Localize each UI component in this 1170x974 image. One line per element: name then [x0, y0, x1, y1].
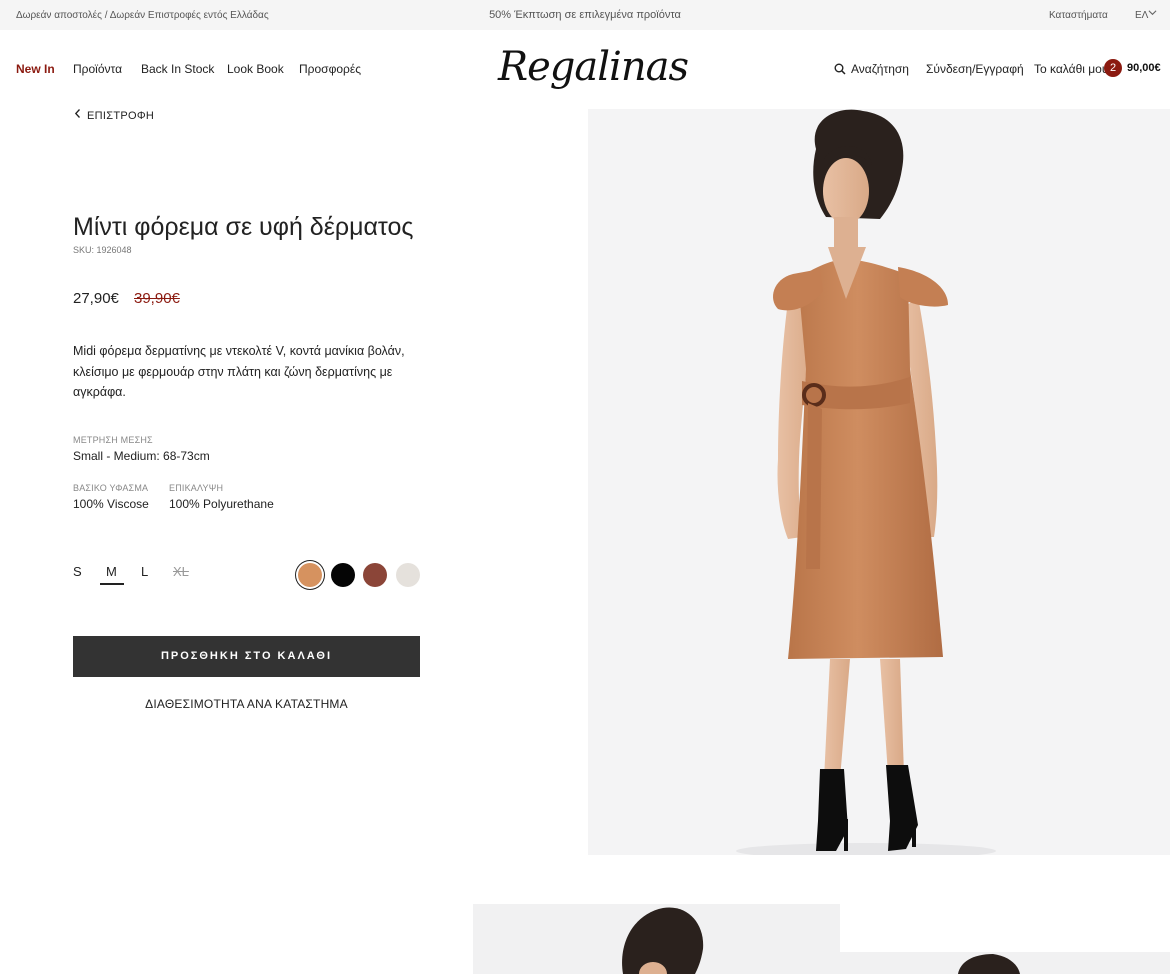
store-availability-link[interactable]: ΔΙΑΘΕΣΙΜΟΤΗΤΑ ΑΝΑ ΚΑΤΑΣΤΗΜΑ — [73, 697, 420, 711]
search-link[interactable]: Αναζήτηση — [851, 62, 909, 76]
original-price: 39,90€ — [134, 290, 180, 307]
color-swatch-brown[interactable] — [363, 563, 387, 587]
waist-label: ΜΕΤΡΗΣΗ ΜΕΣΗΣ — [73, 435, 153, 445]
product-sku: SKU: 1926048 — [73, 245, 132, 255]
coating-value: 100% Polyurethane — [169, 497, 274, 511]
color-swatch-tan[interactable] — [298, 563, 322, 587]
size-option-l[interactable]: L — [141, 564, 148, 579]
back-link[interactable]: ΕΠΙΣΤΡΟΦΗ — [87, 110, 154, 122]
product-title: Μίντι φόρεμα σε υφή δέρματος — [73, 213, 414, 241]
language-selector[interactable]: ΕΛ — [1135, 10, 1148, 21]
product-thumbnail[interactable] — [473, 904, 840, 974]
nav-new-in[interactable]: New In — [16, 62, 55, 76]
product-thumbnail[interactable] — [808, 952, 1170, 974]
promo-banner[interactable]: 50% Έκπτωση σε επιλεγμένα προϊόντα — [0, 9, 1170, 21]
color-swatch-beige[interactable] — [396, 563, 420, 587]
nav-offers[interactable]: Προσφορές — [299, 62, 361, 76]
selected-size-indicator — [100, 583, 124, 585]
coating-label: ΕΠΙΚΑΛΥΨΗ — [169, 483, 224, 493]
nav-back-in-stock[interactable]: Back In Stock — [141, 62, 214, 76]
search-icon[interactable] — [834, 62, 846, 75]
color-swatch-black[interactable] — [331, 563, 355, 587]
size-option-s[interactable]: S — [73, 564, 82, 579]
nav-products[interactable]: Προϊόντα — [73, 62, 122, 76]
stores-link[interactable]: Καταστήματα — [1049, 10, 1108, 21]
chevron-left-icon[interactable] — [74, 107, 81, 122]
nav-look-book[interactable]: Look Book — [227, 62, 284, 76]
fabric-value: 100% Viscose — [73, 497, 149, 511]
model-thumbnail-illustration — [958, 954, 1020, 974]
cart-total[interactable]: 90,00€ — [1127, 62, 1161, 74]
add-to-cart-button[interactable]: ΠΡΟΣΘΗΚΗ ΣΤΟ ΚΑΛΑΘΙ — [73, 636, 420, 677]
fabric-label: ΒΑΣΙΚΟ ΥΦΑΣΜΑ — [73, 483, 149, 493]
sale-price: 27,90€ — [73, 290, 119, 307]
size-option-m[interactable]: M — [106, 564, 117, 579]
cart-count-badge[interactable]: 2 — [1104, 59, 1122, 77]
product-description: Midi φόρεμα δερματίνης με ντεκολτέ V, κο… — [73, 344, 405, 399]
cart-link[interactable]: Το καλάθι μου — [1034, 62, 1108, 76]
model-thumbnail-illustration — [622, 907, 704, 974]
account-link[interactable]: Σύνδεση/Εγγραφή — [926, 62, 1024, 76]
chevron-down-icon[interactable] — [1148, 8, 1157, 19]
announcement-bar: Δωρεάν αποστολές / Δωρεάν Επιστροφές εντ… — [0, 0, 1170, 30]
model-in-dress-illustration — [736, 109, 996, 855]
waist-value: Small - Medium: 68-73cm — [73, 449, 210, 463]
product-main-image[interactable] — [588, 109, 1170, 855]
size-option-xl: XL — [173, 564, 189, 579]
brand-logo[interactable]: Regalinas — [498, 38, 689, 96]
